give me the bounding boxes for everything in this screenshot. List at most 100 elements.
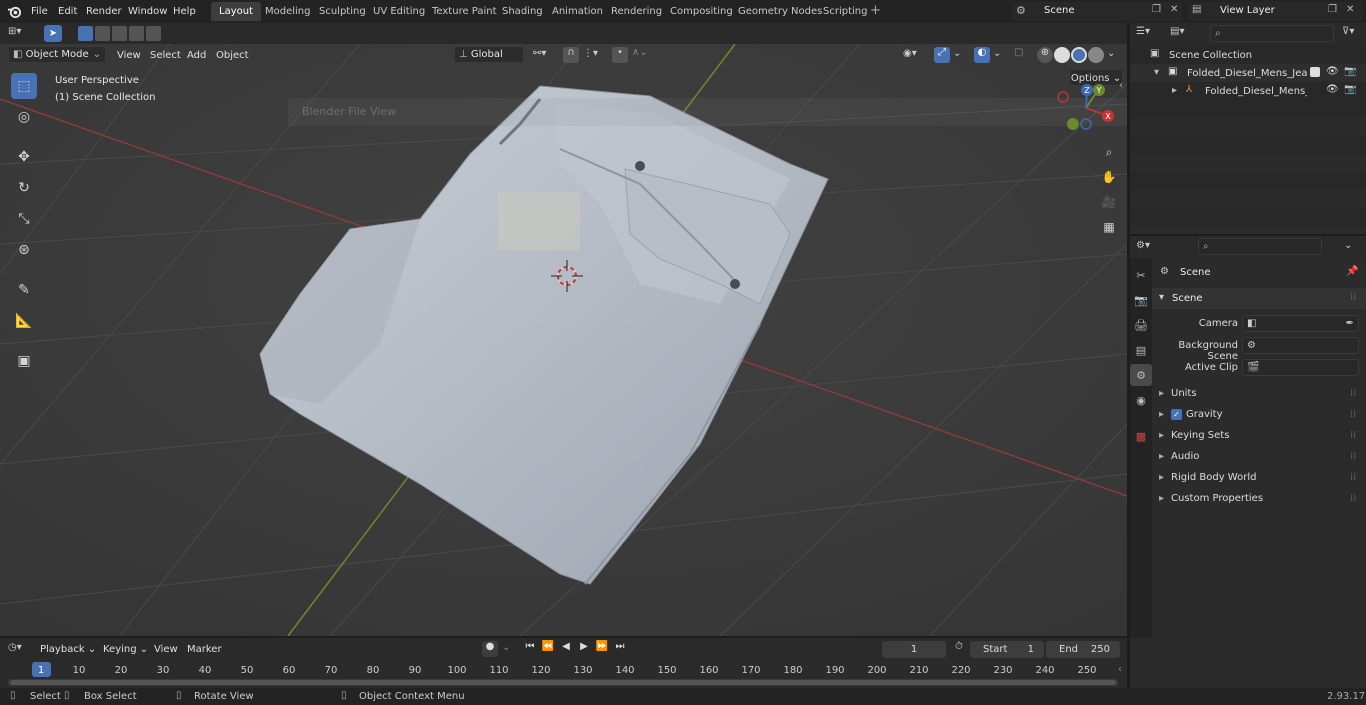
pan-hand-icon[interactable]: ✋ (1098, 166, 1120, 188)
zoom-icon[interactable]: ⌕ (1098, 141, 1120, 163)
tab-animation[interactable]: Animation (544, 2, 611, 21)
select-new-icon[interactable] (78, 26, 93, 41)
snap-target-icon[interactable]: ⋮▾ (583, 48, 598, 59)
drag-handle-icon[interactable]: ⁞⁞ (1350, 292, 1356, 303)
solid-shading-icon[interactable] (1054, 47, 1070, 63)
menu-help[interactable]: Help (173, 3, 196, 20)
cursor-tool-icon[interactable]: ◎ (11, 104, 37, 130)
panel-gravity[interactable]: ▸ ✓ Gravity ⁞⁞ (1152, 404, 1366, 425)
tab-rendering[interactable]: Rendering (603, 2, 670, 21)
select-extend-icon[interactable] (95, 26, 110, 41)
wireframe-shading-icon[interactable]: ⊕ (1037, 47, 1053, 63)
menu-file[interactable]: File (31, 3, 48, 20)
tab-compositing[interactable]: Compositing (662, 2, 741, 21)
output-tab-icon[interactable]: 🖨 (1130, 314, 1152, 336)
timeline-scrollbar[interactable] (8, 679, 1118, 686)
editor-type-icon[interactable]: ◷▾ (8, 642, 22, 653)
record-icon[interactable]: ● (482, 641, 498, 657)
pin-icon[interactable]: 📌 (1346, 266, 1358, 277)
editor-type-icon[interactable]: ⊞▾ (8, 26, 34, 41)
viewport-menu-add[interactable]: Add (187, 47, 206, 64)
pivot-icon[interactable]: ⚯▾ (533, 48, 546, 59)
world-tab-icon[interactable]: ◉ (1130, 389, 1152, 411)
close-icon[interactable]: ✕ (1170, 4, 1178, 15)
jump-end-icon[interactable]: ⏭ (612, 641, 628, 652)
proportional-edit-icon[interactable]: • (612, 47, 628, 63)
blender-logo-icon[interactable] (7, 4, 22, 19)
measure-tool-icon[interactable]: 📐 (11, 308, 37, 334)
3d-viewport[interactable]: Blender File View ◧ Object Mode ⌄ View S… (0, 44, 1127, 636)
tool-tab-icon[interactable]: ✂ (1130, 264, 1152, 286)
mode-dropdown[interactable]: ◧ Object Mode ⌄ (8, 46, 106, 63)
copy-icon[interactable]: ❐ (1152, 4, 1161, 15)
outliner-search-input[interactable]: ⌕ (1210, 25, 1334, 42)
tab-modeling[interactable]: Modeling (257, 2, 319, 21)
tab-uv-editing[interactable]: UV Editing (365, 2, 433, 21)
next-keyframe-icon[interactable]: ⏩ (594, 641, 610, 652)
overlays-icon[interactable]: ◐ (974, 47, 990, 63)
panel-units[interactable]: ▸ Units ⁞⁞ (1152, 383, 1366, 404)
select-invert-icon[interactable] (129, 26, 144, 41)
view-layer-tab-icon[interactable]: ▤ (1130, 339, 1152, 361)
eye-icon[interactable]: 👁 (1326, 66, 1339, 77)
active-clip-field[interactable]: 🎬 (1242, 359, 1359, 376)
expand-arrow-icon[interactable]: ▸ (1172, 85, 1177, 96)
play-reverse-icon[interactable]: ◀ (558, 641, 574, 652)
panel-rigid-body-world[interactable]: ▸ Rigid Body World ⁞⁞ (1152, 467, 1366, 488)
snap-icon[interactable]: ∩ (563, 47, 579, 63)
chevron-down-icon[interactable]: ⌄ (1344, 240, 1352, 251)
rendered-shading-icon[interactable] (1088, 47, 1104, 63)
viewport-menu-object[interactable]: Object (216, 47, 249, 64)
properties-search-input[interactable]: ⌕ (1198, 238, 1322, 255)
tab-shading[interactable]: Shading (494, 2, 551, 21)
cursor-tool-icon[interactable]: ➤ (44, 25, 62, 42)
chevron-down-icon[interactable]: ⌄ (1107, 48, 1115, 59)
editor-type-icon[interactable]: ☰▾ (1136, 26, 1150, 37)
gizmo-toggle-icon[interactable]: ⤢ (934, 47, 950, 63)
add-workspace-icon[interactable]: + (870, 3, 881, 18)
current-frame-field[interactable]: 1 (882, 641, 946, 658)
drag-handle-icon[interactable]: ⁞⁞ (1350, 467, 1356, 488)
viewport-menu-select[interactable]: Select (150, 47, 181, 64)
sidebar-toggle-icon[interactable]: ‹ (1118, 664, 1122, 675)
panel-keying-sets[interactable]: ▸ Keying Sets ⁞⁞ (1152, 425, 1366, 446)
tab-layout[interactable]: Layout (211, 2, 261, 21)
render-tab-icon[interactable]: 📷 (1130, 289, 1152, 311)
navigation-gizmo[interactable]: Z Y X (1053, 82, 1119, 136)
drag-handle-icon[interactable]: ⁞⁞ (1350, 383, 1356, 404)
texture-tab-icon[interactable]: ▩ (1130, 425, 1152, 447)
eyedropper-icon[interactable]: ✒ (1346, 316, 1354, 331)
outliner-row-object[interactable]: ▸ ⅄ Folded_Diesel_Mens_Jear 👁 📷 (1130, 82, 1366, 100)
timeline-menu-view[interactable]: View (154, 641, 178, 658)
perspective-toggle-icon[interactable]: ▦ (1098, 216, 1120, 238)
outliner-row-scene-collection[interactable]: ▣ Scene Collection (1130, 46, 1366, 64)
background-scene-field[interactable]: ⚙ (1242, 337, 1359, 354)
chevron-down-icon[interactable]: ⌄ (502, 642, 510, 653)
jump-start-icon[interactable]: ⏮ (522, 641, 538, 652)
drag-handle-icon[interactable]: ⁞⁞ (1350, 488, 1356, 509)
expand-arrow-icon[interactable]: ▾ (1154, 67, 1159, 78)
scene-selector[interactable]: ⚙ Scene ❐ ✕ (1012, 2, 1182, 21)
tab-texture-paint[interactable]: Texture Paint (424, 2, 505, 21)
stopwatch-icon[interactable]: ⏱ (955, 641, 963, 652)
camera-field[interactable]: ◧ ✒ (1242, 315, 1359, 332)
end-frame-field[interactable]: End 250 (1046, 641, 1120, 658)
filter-icon[interactable]: ⊽▾ (1342, 26, 1354, 37)
menu-window[interactable]: Window (128, 3, 167, 20)
drag-handle-icon[interactable]: ⁞⁞ (1350, 446, 1356, 467)
drag-handle-icon[interactable]: ⁞⁞ (1350, 404, 1356, 425)
rotate-tool-icon[interactable]: ↻ (11, 175, 37, 201)
sidebar-toggle-icon[interactable]: ‹ (1119, 80, 1123, 91)
copy-icon[interactable]: ❐ (1328, 4, 1337, 15)
camera-icon[interactable]: 📷 (1344, 66, 1356, 77)
eye-icon[interactable]: 👁 (1326, 84, 1339, 95)
gravity-checkbox[interactable]: ✓ (1171, 409, 1182, 420)
editor-type-icon[interactable]: ⚙▾ (1136, 240, 1150, 251)
view-layer-selector[interactable]: ▤ View Layer ❐ ✕ (1188, 2, 1363, 21)
select-subtract-icon[interactable] (112, 26, 127, 41)
panel-custom-properties[interactable]: ▸ Custom Properties ⁞⁞ (1152, 488, 1366, 509)
exclude-checkbox[interactable] (1310, 67, 1320, 77)
scene-name[interactable]: Scene (1044, 5, 1075, 16)
falloff-icon[interactable]: ∧⌄ (632, 47, 648, 58)
viewport-menu-view[interactable]: View (117, 47, 141, 64)
